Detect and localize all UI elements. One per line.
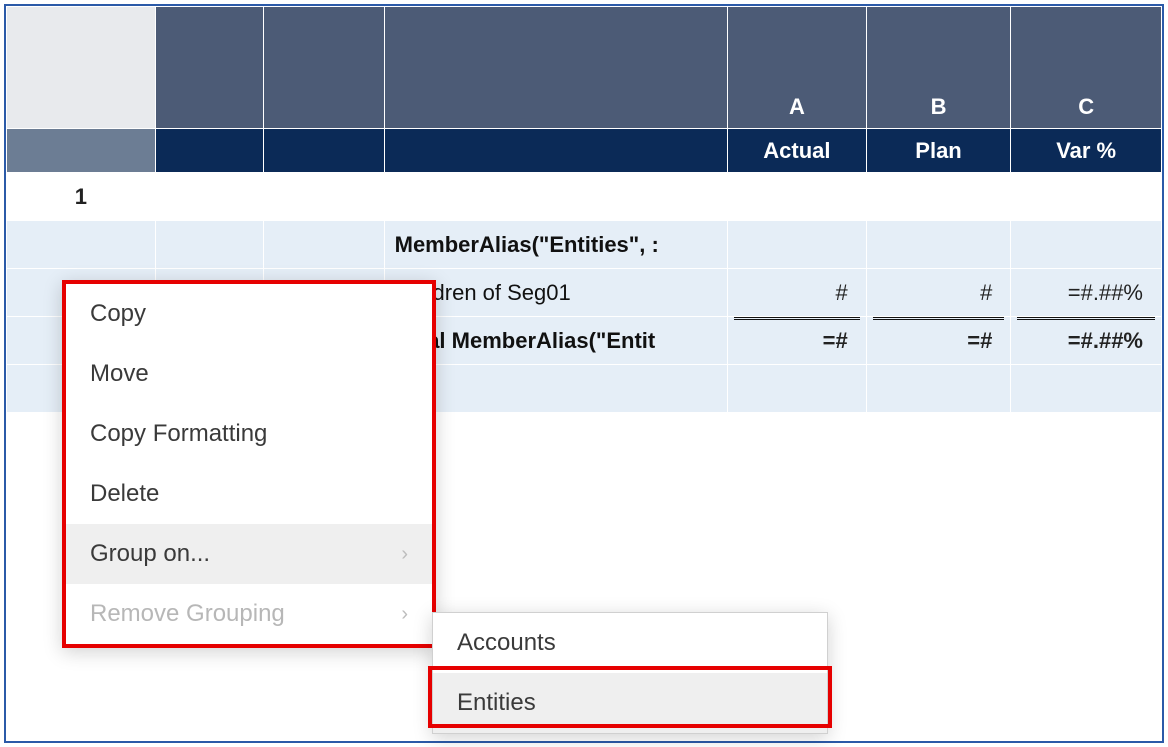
cell[interactable] [728, 365, 867, 413]
row-number-1[interactable]: 1 [7, 173, 156, 221]
col-letter-b[interactable]: B [866, 7, 1011, 129]
col-header-blank-1[interactable] [155, 7, 263, 129]
report-grid-frame: A B C Actual Plan Var % 1 MemberAl [4, 4, 1164, 743]
menu-item-group-on[interactable]: Group on... › [66, 524, 432, 584]
corner-cell [7, 7, 156, 129]
col-header-blank-3[interactable] [384, 7, 727, 129]
row-number-2[interactable] [7, 221, 156, 269]
cell-actual[interactable]: # [728, 269, 867, 317]
menu-item-label: Copy [90, 300, 146, 328]
col-label-blank-3[interactable] [384, 129, 727, 173]
cell[interactable] [866, 365, 1011, 413]
cell[interactable] [155, 173, 263, 221]
cell[interactable] [264, 173, 385, 221]
table-row: MemberAlias("Entities", : [7, 221, 1162, 269]
chevron-right-icon: › [401, 603, 408, 626]
context-menu: Copy Move Copy Formatting Delete Group o… [62, 280, 436, 648]
menu-item-move[interactable]: Move [66, 344, 432, 404]
cell[interactable] [264, 221, 385, 269]
col-letter-c[interactable]: C [1011, 7, 1162, 129]
menu-item-label: Group on... [90, 540, 210, 568]
menu-item-delete[interactable]: Delete [66, 464, 432, 524]
cell-plan-total[interactable]: =# [866, 317, 1011, 365]
col-label-actual[interactable]: Actual [728, 129, 867, 173]
column-letter-row: A B C [7, 7, 1162, 129]
cell-plan[interactable]: # [866, 269, 1011, 317]
cell[interactable] [728, 221, 867, 269]
menu-item-copy[interactable]: Copy [66, 284, 432, 344]
cell-varpct[interactable]: =#.##% [1011, 269, 1162, 317]
menu-item-label: Delete [90, 480, 159, 508]
submenu-item-label: Entities [457, 689, 536, 716]
col-label-blank-1[interactable] [155, 129, 263, 173]
cell[interactable] [155, 221, 263, 269]
submenu-item-accounts[interactable]: Accounts [433, 613, 827, 673]
col-header-blank-2[interactable] [264, 7, 385, 129]
col-label-varpct[interactable]: Var % [1011, 129, 1162, 173]
cell[interactable] [384, 173, 727, 221]
submenu-item-entities[interactable]: Entities [433, 673, 827, 733]
group-on-submenu: Accounts Entities [432, 612, 828, 734]
submenu-item-label: Accounts [457, 629, 556, 656]
col-label-plan[interactable]: Plan [866, 129, 1011, 173]
cell-actual-total[interactable]: =# [728, 317, 867, 365]
menu-item-label: Remove Grouping [90, 600, 285, 628]
cell[interactable] [1011, 221, 1162, 269]
cell[interactable] [866, 173, 1011, 221]
chevron-right-icon: › [401, 543, 408, 566]
menu-item-copy-formatting[interactable]: Copy Formatting [66, 404, 432, 464]
menu-item-label: Move [90, 360, 149, 388]
cell-member-alias-header[interactable]: MemberAlias("Entities", : [384, 221, 727, 269]
row-header-handle[interactable] [7, 129, 156, 173]
cell-varpct-total[interactable]: =#.##% [1011, 317, 1162, 365]
table-row: 1 [7, 173, 1162, 221]
col-label-blank-2[interactable] [264, 129, 385, 173]
menu-item-label: Copy Formatting [90, 420, 267, 448]
col-letter-a[interactable]: A [728, 7, 867, 129]
cell[interactable] [1011, 173, 1162, 221]
menu-item-remove-grouping: Remove Grouping › [66, 584, 432, 644]
cell[interactable] [728, 173, 867, 221]
cell[interactable] [1011, 365, 1162, 413]
column-label-row: Actual Plan Var % [7, 129, 1162, 173]
cell[interactable] [866, 221, 1011, 269]
